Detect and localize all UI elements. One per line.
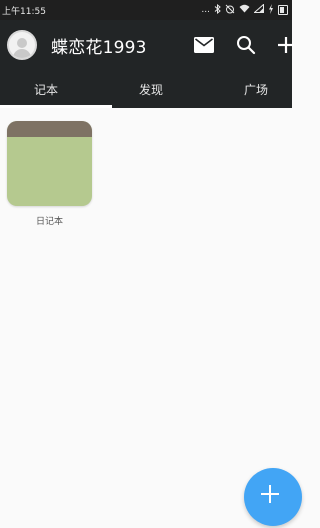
notebook-grid: 日记本	[0, 108, 292, 528]
notebook-label[interactable]: 日记本	[7, 214, 92, 227]
notebook-cover[interactable]	[7, 121, 92, 206]
tab-notebook[interactable]: 记本	[0, 70, 112, 108]
username[interactable]: 蝶恋花1993	[51, 33, 147, 58]
status-bar: 上午11:55 ...	[0, 0, 292, 20]
search-icon[interactable]	[236, 35, 256, 55]
wifi-icon	[239, 4, 250, 16]
plus-icon[interactable]	[276, 35, 296, 55]
status-time: 上午11:55	[2, 6, 46, 17]
signal-icon	[253, 3, 264, 16]
battery-icon	[278, 5, 288, 15]
mail-icon[interactable]	[194, 37, 214, 53]
charging-icon	[268, 3, 274, 17]
avatar-icon[interactable]	[7, 30, 37, 60]
tab-discover[interactable]: 发现	[112, 70, 190, 108]
app-bar: 蝶恋花1993	[0, 20, 294, 70]
status-more: ...	[201, 5, 210, 15]
bluetooth-icon	[214, 3, 221, 17]
notebook-cover-band	[7, 121, 92, 137]
tab-bar: 记本 发现 广场	[0, 70, 292, 108]
status-indicators: ...	[201, 3, 288, 17]
plus-icon	[261, 485, 279, 503]
tab-square[interactable]: 广场	[190, 70, 292, 108]
alarm-off-icon	[225, 4, 235, 17]
add-fab-button[interactable]	[244, 468, 302, 526]
